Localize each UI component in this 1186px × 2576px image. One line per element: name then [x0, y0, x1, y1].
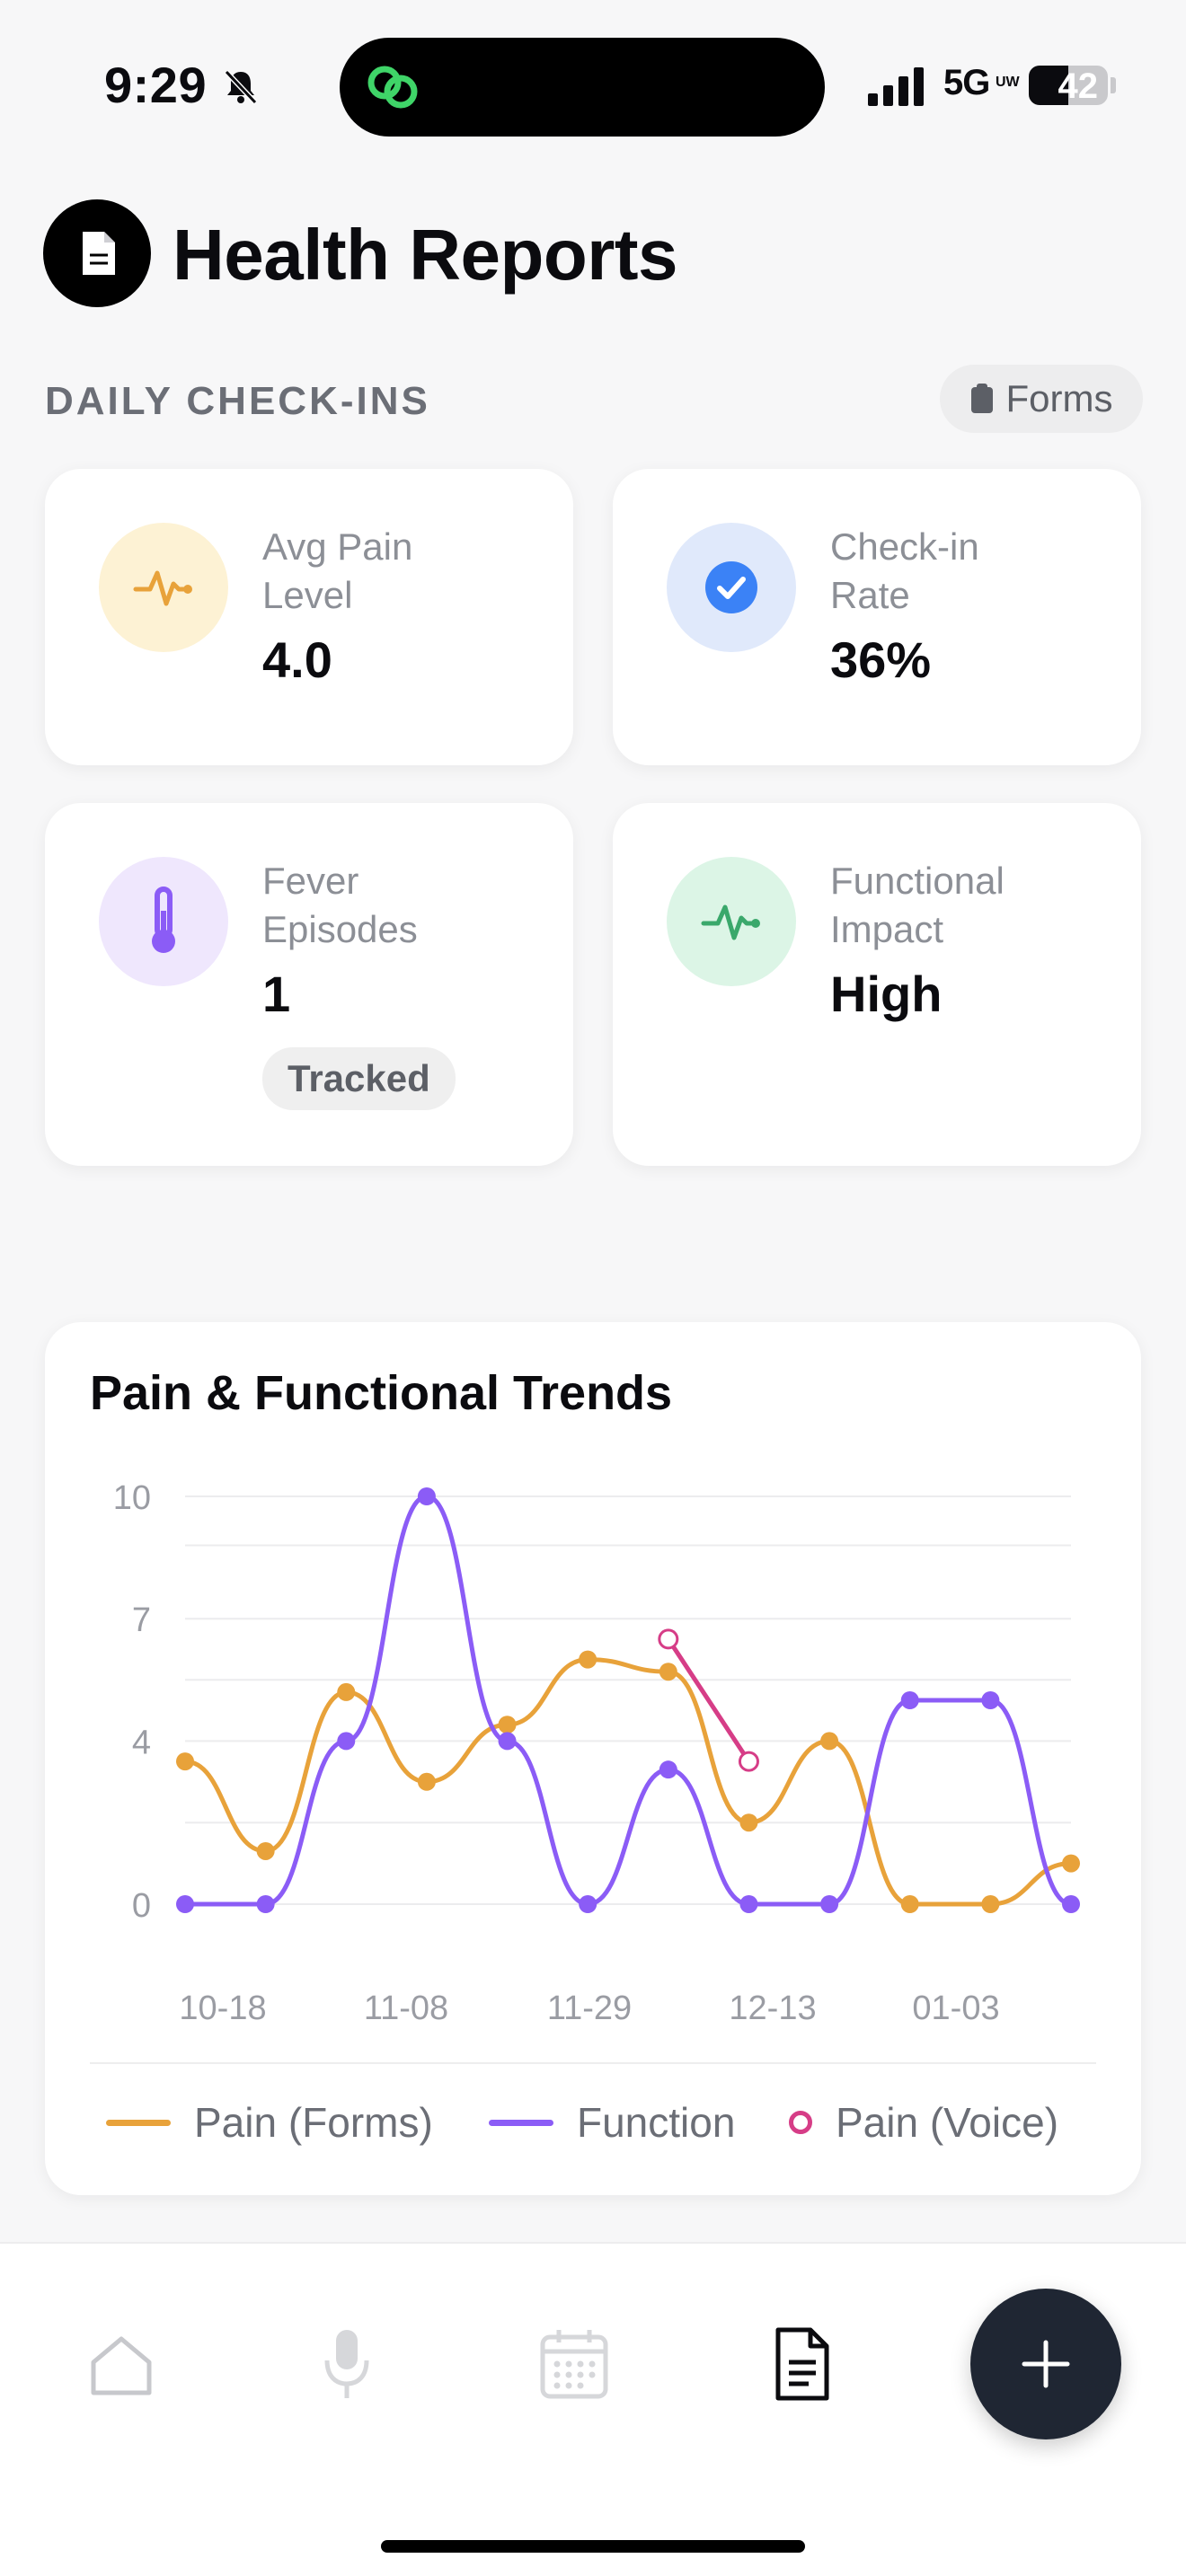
data-point-function — [176, 1895, 194, 1913]
series-line-function — [182, 1494, 1074, 1907]
stat-label: Avg Pain Level — [262, 525, 413, 616]
app-link-icon — [367, 66, 418, 109]
stat-card-functional-impact: Functional Impact High — [613, 803, 1141, 1166]
stat-label: Fever Episodes — [262, 860, 418, 950]
data-point-pain-forms — [579, 1650, 597, 1669]
data-point-function — [1062, 1895, 1080, 1913]
data-point-function — [739, 1895, 758, 1913]
stat-label: Check-in Rate — [830, 525, 979, 616]
svg-text:UW: UW — [996, 75, 1021, 90]
y-tick-label: 0 — [132, 1887, 151, 1925]
data-point-pain-voice — [738, 1751, 759, 1772]
data-point-pain-forms — [176, 1752, 194, 1771]
data-point-pain-forms — [820, 1732, 839, 1751]
legend-item-function: Function — [489, 2098, 735, 2147]
x-tick-label: 11-29 — [547, 1989, 632, 2027]
plus-icon — [1022, 2340, 1070, 2388]
home-icon[interactable] — [88, 2332, 155, 2398]
data-point-function — [820, 1895, 839, 1913]
clipboard-icon — [970, 384, 993, 413]
legend-swatch — [789, 2111, 812, 2134]
forms-button[interactable]: Forms — [940, 365, 1143, 433]
add-button[interactable] — [970, 2289, 1121, 2439]
data-point-pain-forms — [256, 1841, 275, 1860]
network-type: 5G — [943, 63, 990, 102]
data-point-pain-forms — [337, 1682, 356, 1701]
legend-item-pain-voice: Pain (Voice) — [789, 2098, 1058, 2147]
check-circle-icon — [667, 523, 796, 652]
stat-card-avg-pain: Avg Pain Level 4.0 — [45, 469, 573, 765]
pulse-icon — [99, 523, 228, 652]
battery-level: 42 — [1058, 66, 1099, 106]
data-point-pain-forms — [981, 1895, 1000, 1913]
data-point-pain-forms — [659, 1663, 677, 1681]
stat-value: High — [830, 966, 943, 1022]
data-point-function — [900, 1691, 919, 1709]
nav-divider — [0, 2242, 1186, 2244]
data-point-pain-forms — [498, 1716, 517, 1734]
stat-card-check-in-rate: Check-in Rate 36% — [613, 469, 1141, 765]
data-point-function — [659, 1760, 677, 1779]
signal-icon — [868, 67, 924, 106]
data-point-function — [417, 1487, 436, 1505]
y-tick-label: 4 — [132, 1724, 151, 1761]
section-label: DAILY CHECK-INS — [45, 379, 430, 423]
x-tick-label: 10-18 — [179, 1989, 266, 2027]
reports-icon[interactable] — [773, 2326, 832, 2402]
legend-item-pain-forms: Pain (Forms) — [106, 2098, 433, 2147]
data-point-function — [579, 1895, 597, 1913]
page-title: Health Reports — [173, 215, 677, 295]
status-time: 9:29 — [104, 57, 208, 113]
legend-label: Pain (Voice) — [836, 2099, 1059, 2146]
stat-card-fever-episodes: Fever Episodes 1 Tracked — [45, 803, 573, 1166]
battery-tip — [1111, 77, 1116, 93]
home-indicator — [381, 2540, 805, 2553]
y-tick-label: 7 — [132, 1601, 151, 1639]
stat-label: Functional Impact — [830, 860, 1005, 950]
data-point-function — [981, 1691, 1000, 1709]
microphone-icon[interactable] — [320, 2326, 374, 2402]
data-point-pain-forms — [1062, 1854, 1080, 1873]
header-document-icon — [43, 199, 151, 307]
y-tick-label: 10 — [113, 1479, 151, 1517]
x-tick-label: 11-08 — [364, 1989, 448, 2027]
stat-value: 1 — [262, 966, 291, 1022]
data-point-function — [337, 1732, 356, 1751]
uw-indicator-icon: UW — [996, 75, 1021, 90]
thermometer-icon — [99, 857, 228, 986]
legend-label: Pain (Forms) — [194, 2099, 433, 2146]
tracked-badge: Tracked — [262, 1047, 456, 1110]
legend-swatch — [106, 2119, 171, 2126]
trend-chart: 0 4 7 10 10-18 11-08 11-29 12-13 01-03 — [113, 1479, 1080, 2027]
legend-swatch — [489, 2119, 553, 2126]
legend-divider — [90, 2062, 1096, 2064]
pulse-icon — [667, 857, 796, 986]
data-point-pain-voice — [658, 1628, 679, 1650]
stat-value: 4.0 — [262, 631, 332, 688]
x-tick-label: 01-03 — [912, 1989, 999, 2027]
data-point-function — [498, 1732, 517, 1751]
calendar-icon[interactable] — [539, 2328, 609, 2400]
x-tick-label: 12-13 — [729, 1989, 816, 2027]
chart-title: Pain & Functional Trends — [90, 1366, 673, 1420]
legend-label: Function — [577, 2099, 736, 2146]
data-point-pain-forms — [900, 1895, 919, 1913]
stat-value: 36% — [830, 631, 932, 688]
data-point-pain-forms — [739, 1813, 758, 1832]
forms-button-label: Forms — [1005, 377, 1113, 419]
bell-slash-icon — [224, 69, 258, 105]
data-point-function — [256, 1895, 275, 1913]
data-point-pain-forms — [417, 1772, 436, 1791]
